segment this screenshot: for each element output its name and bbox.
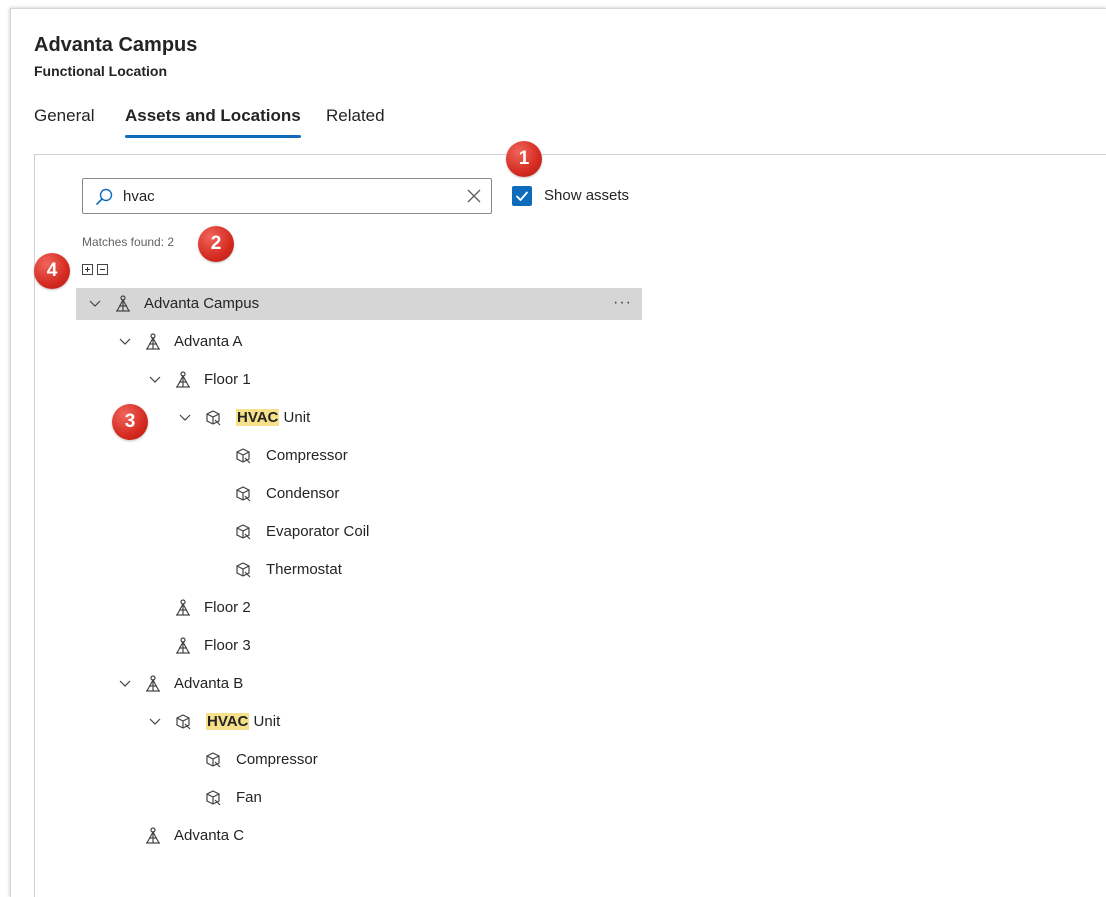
callout-badge-1: 1 (506, 141, 542, 177)
tree-node-floor-1[interactable]: Floor 1 (136, 364, 536, 396)
tree-node-floor-2[interactable]: Floor 2 (136, 592, 536, 624)
tree-node-fan[interactable]: Fan (166, 782, 546, 814)
search-highlight: HVAC (236, 409, 280, 426)
record-title: Advanta Campus (34, 34, 198, 56)
location-icon (116, 295, 130, 312)
tree-node-label: Advanta C (174, 827, 245, 844)
asset-icon (236, 486, 251, 502)
checkmark-icon (516, 191, 528, 201)
tree-node-label: Advanta B (174, 675, 244, 692)
tree-node-advanta-b[interactable]: Advanta B (106, 668, 526, 700)
asset-icon (236, 448, 251, 464)
label-rest: Unit (249, 713, 281, 730)
tree-node-compressor-b[interactable]: Compressor (166, 744, 546, 776)
tab-assets-and-locations-label: Assets and Locations (125, 106, 301, 125)
chevron-down-icon[interactable] (88, 298, 102, 310)
record-subtitle: Functional Location (34, 63, 167, 79)
expand-all-icon[interactable] (82, 264, 93, 275)
tab-related[interactable]: Related (326, 106, 385, 126)
tree-node-label: Compressor (266, 447, 348, 464)
tree-node-label: HVAC Unit (236, 409, 310, 426)
chevron-down-icon[interactable] (118, 678, 132, 690)
show-assets-checkbox[interactable] (512, 186, 532, 206)
callout-badge-2: 2 (198, 226, 234, 262)
show-assets-label: Show assets (544, 187, 630, 204)
chevron-down-icon[interactable] (148, 716, 162, 728)
tree-node-label: Condensor (266, 485, 340, 502)
tree-node-compressor-a[interactable]: Compressor (196, 440, 556, 472)
chevron-down-icon[interactable] (148, 374, 162, 386)
tree-node-advanta-c[interactable]: Advanta C (106, 820, 526, 852)
clear-search-icon[interactable] (467, 189, 481, 203)
tab-general[interactable]: General (34, 106, 94, 126)
tree-node-label: Floor 3 (204, 637, 251, 654)
location-icon (176, 637, 190, 654)
callout-badge-4: 4 (34, 253, 70, 289)
tree-node-condensor[interactable]: Condensor (196, 478, 556, 510)
tree-node-thermostat[interactable]: Thermostat (196, 554, 556, 586)
location-icon (176, 371, 190, 388)
location-icon (176, 599, 190, 616)
tree-node-label: Advanta A (174, 333, 243, 350)
tree-node-floor-3[interactable]: Floor 3 (136, 630, 536, 662)
tree-node-advanta-campus[interactable]: Advanta Campus ··· (76, 288, 642, 320)
collapse-all-icon[interactable] (97, 264, 108, 275)
tab-assets-and-locations[interactable]: Assets and Locations (125, 106, 301, 138)
chevron-down-icon[interactable] (178, 412, 192, 424)
more-options-icon[interactable]: ··· (613, 294, 632, 312)
chevron-down-icon[interactable] (118, 336, 132, 348)
asset-icon (206, 410, 221, 426)
tree-node-label: Floor 2 (204, 599, 251, 616)
tree-node-label: HVAC Unit (206, 713, 280, 730)
asset-icon (176, 714, 191, 730)
tree-node-label: Evaporator Coil (266, 523, 370, 540)
tree-node-advanta-a[interactable]: Advanta A (106, 326, 526, 358)
search-highlight: HVAC (206, 713, 250, 730)
active-tab-indicator (125, 135, 301, 138)
tree-node-label: Fan (236, 789, 262, 806)
tree-node-label: Advanta Campus (144, 295, 260, 312)
search-icon (96, 188, 113, 205)
search-box[interactable] (82, 178, 492, 214)
label-rest: Unit (279, 409, 311, 426)
location-icon (146, 333, 160, 350)
tree-node-label: Compressor (236, 751, 318, 768)
asset-icon (206, 752, 221, 768)
tree-node-hvac-unit-b[interactable]: HVAC Unit (136, 706, 536, 738)
tree-node-label: Floor 1 (204, 371, 251, 388)
asset-icon (206, 790, 221, 806)
tree-node-label: Thermostat (266, 561, 342, 578)
tree-node-evaporator-coil[interactable]: Evaporator Coil (196, 516, 556, 548)
location-icon (146, 827, 160, 844)
asset-icon (236, 524, 251, 540)
asset-icon (236, 562, 251, 578)
matches-found-text: Matches found: 2 (82, 235, 175, 249)
location-icon (146, 675, 160, 692)
search-input[interactable] (123, 179, 443, 213)
callout-badge-3: 3 (112, 404, 148, 440)
tree-node-hvac-unit-a[interactable]: HVAC Unit (166, 402, 546, 434)
